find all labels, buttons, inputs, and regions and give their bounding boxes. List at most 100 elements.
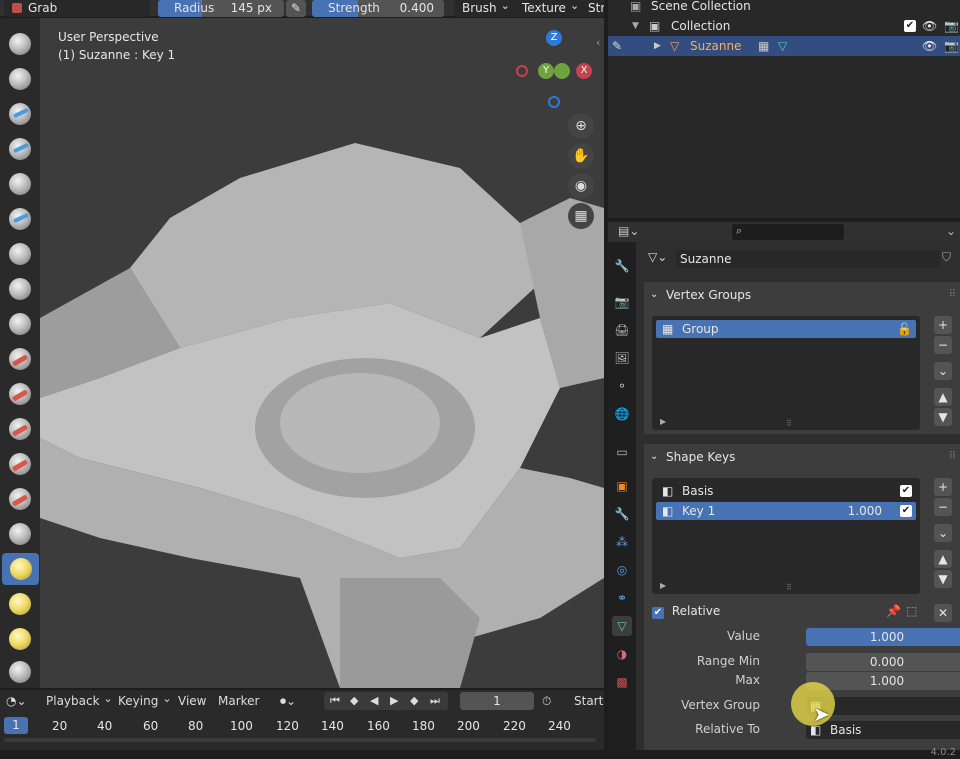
expand-filter-icon[interactable]: ▶ <box>660 417 666 426</box>
expand-triangle-icon[interactable]: ▼ <box>632 16 639 36</box>
drag-handle-icon[interactable]: ⠿ <box>949 444 956 470</box>
mute-checkbox-icon[interactable]: ✔ <box>900 485 912 497</box>
view-menu[interactable]: View <box>178 694 206 708</box>
edit-mode-brush-icon[interactable]: ✎ <box>612 36 622 56</box>
pan-hand-icon[interactable]: ✋ <box>568 143 594 169</box>
mute-checkbox-icon[interactable]: ✔ <box>900 505 912 517</box>
suzanne-object-row[interactable]: ✎ ▶ ▽ Suzanne ▦ ▽ 👁 📷 <box>608 36 960 56</box>
properties-search-input[interactable]: ⌕ <box>732 224 844 240</box>
shape-keys-list[interactable]: ◧ Basis ✔ ◧ Key 1 1.000 ✔ ▶ ⠿ <box>652 478 920 594</box>
jump-keyframe-back-icon[interactable]: ◆ <box>350 692 358 710</box>
range-min-field[interactable]: 0.000 <box>806 653 960 671</box>
keying-menu[interactable]: Keying <box>118 694 172 708</box>
world-tab-icon[interactable]: 🌐 <box>612 404 632 424</box>
render-camera-icon[interactable]: 📷 <box>944 36 959 56</box>
tool-tab-icon[interactable]: 🔧 <box>612 256 632 276</box>
remove-vertex-group-button[interactable]: − <box>934 336 952 354</box>
add-shape-key-button[interactable]: + <box>934 478 952 496</box>
vertex-groups-list[interactable]: ▦ Group 🔓 ▶ ⠿ <box>652 316 920 430</box>
physics-tab-icon[interactable]: ◎ <box>612 560 632 580</box>
move-down-button[interactable]: ▼ <box>934 570 952 588</box>
shape-key-item-key1[interactable]: ◧ Key 1 1.000 ✔ <box>656 502 916 520</box>
vertex-groups-header[interactable]: ⌄ Vertex Groups ⠿ <box>644 282 960 308</box>
particles-tab-icon[interactable]: ⁂ <box>612 532 632 552</box>
thumb-tool[interactable] <box>4 656 36 688</box>
crease-tool[interactable] <box>4 308 36 340</box>
mesh-data-icon[interactable]: ▽⌄ <box>648 250 667 264</box>
mode-selector[interactable]: Grab <box>4 0 150 17</box>
visibility-eye-icon[interactable]: 👁 <box>922 36 937 56</box>
multiplane-scrape-tool[interactable] <box>4 483 36 515</box>
expand-filter-icon[interactable]: ▶ <box>660 581 666 590</box>
render-tab-icon[interactable]: 📷 <box>612 292 632 312</box>
gizmo-y-axis[interactable]: Y <box>538 63 554 79</box>
gizmo-neg-x[interactable] <box>516 65 528 77</box>
shape-key-item-basis[interactable]: ◧ Basis ✔ <box>656 482 916 500</box>
texture-menu[interactable]: Texture <box>514 0 588 17</box>
zoom-icon[interactable]: ⊕ <box>568 113 594 139</box>
object-tab-icon[interactable]: ▣ <box>612 476 632 496</box>
suzanne-mesh[interactable] <box>40 18 604 688</box>
clay-tool[interactable] <box>4 98 36 130</box>
resize-handle-icon[interactable]: ⠿ <box>786 419 792 428</box>
gizmo-z-axis[interactable]: Z <box>546 30 562 46</box>
ortho-grid-icon[interactable]: ▦ <box>568 203 594 229</box>
clear-shape-keys-icon[interactable]: ✕ <box>934 604 952 622</box>
stroke-menu[interactable]: Str <box>584 0 604 17</box>
relative-checkbox[interactable]: ✔ <box>652 607 664 619</box>
start-frame-field[interactable]: Start <box>574 694 603 708</box>
jump-end-icon[interactable]: ⏭ <box>430 692 440 710</box>
draw-tool[interactable] <box>4 28 36 60</box>
clay-strips-tool[interactable] <box>4 133 36 165</box>
add-vertex-group-button[interactable]: + <box>934 316 952 334</box>
edit-mode-toggle-icon[interactable]: ⬚ <box>906 604 917 618</box>
pin-icon[interactable]: 📌 <box>886 604 901 618</box>
vertex-group-specials-button[interactable]: ⌄ <box>934 362 952 380</box>
camera-view-icon[interactable]: ◉ <box>568 173 594 199</box>
strength-slider[interactable]: Strength 0.400 <box>312 0 444 17</box>
current-frame-field[interactable]: 1 <box>460 692 534 710</box>
mesh-name-field[interactable]: Suzanne <box>676 250 940 268</box>
collection-row[interactable]: ▼ ▣ Collection ✔ 👁 📷 <box>608 16 960 36</box>
view-layer-tab-icon[interactable]: 🖼 <box>612 348 632 368</box>
play-reverse-icon[interactable]: ◀ <box>370 692 378 710</box>
visibility-eye-icon[interactable]: 👁 <box>922 16 937 36</box>
draw-sharp-tool[interactable] <box>4 63 36 95</box>
grab-tool[interactable] <box>2 553 39 585</box>
scene-collection-row[interactable]: ▣ Scene Collection <box>608 0 960 16</box>
remove-shape-key-button[interactable]: − <box>934 498 952 516</box>
pinch-tool[interactable] <box>4 518 36 550</box>
frame-ruler[interactable]: 1 20 40 60 80 100 120 140 160 180 200 22… <box>0 716 604 736</box>
gizmo-neg-z[interactable] <box>548 96 560 108</box>
fake-user-shield-icon[interactable]: ⛉ <box>942 250 951 265</box>
smooth-tool[interactable] <box>4 343 36 375</box>
marker-menu[interactable]: Marker <box>218 694 259 708</box>
shape-key-specials-button[interactable]: ⌄ <box>934 524 952 542</box>
jump-start-icon[interactable]: ⏮ <box>330 692 340 710</box>
3d-viewport[interactable]: User Perspective (1) Suzanne : Key 1 Z Y… <box>40 18 604 688</box>
gizmo-x-axis[interactable]: X <box>576 63 592 79</box>
output-tab-icon[interactable]: 🖨 <box>612 320 632 340</box>
clay-thumb-tool[interactable] <box>4 168 36 200</box>
vertex-group-item[interactable]: ▦ Group 🔓 <box>656 320 916 338</box>
move-up-button[interactable]: ▲ <box>934 388 952 406</box>
value-slider[interactable]: 1.000 <box>806 628 960 646</box>
stopwatch-icon[interactable]: ⏱ <box>542 694 551 709</box>
expand-triangle-icon[interactable]: ▶ <box>654 36 661 56</box>
material-tab-icon[interactable]: ◑ <box>612 644 632 664</box>
mesh-data-tab-icon[interactable]: ▽ <box>612 616 632 636</box>
pressure-pen-icon[interactable]: ✎ <box>286 0 306 17</box>
current-frame-indicator[interactable]: 1 <box>4 717 28 734</box>
navigation-gizmo[interactable]: Z Y X <box>514 30 594 110</box>
scene-tab-icon[interactable]: ⚬ <box>612 376 632 396</box>
snake-hook-tool[interactable] <box>4 623 36 655</box>
render-camera-icon[interactable]: 📷 <box>944 16 959 36</box>
flatten-tool[interactable] <box>4 378 36 410</box>
inflate-tool[interactable] <box>4 238 36 270</box>
layer-tool[interactable] <box>4 203 36 235</box>
move-down-button[interactable]: ▼ <box>934 408 952 426</box>
auto-keying-toggle-icon[interactable]: ⏺⌄ <box>280 694 296 709</box>
drag-handle-icon[interactable]: ⠿ <box>949 282 956 308</box>
editor-type-icon[interactable]: ▤⌄ <box>618 224 639 238</box>
exclude-checkbox-icon[interactable]: ✔ <box>904 20 916 32</box>
